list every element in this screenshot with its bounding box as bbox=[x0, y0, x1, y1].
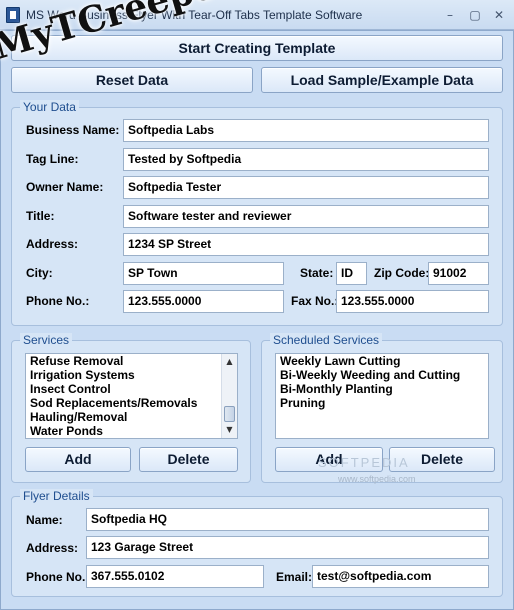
flyer-phone-field[interactable]: 367.555.0102 bbox=[86, 565, 264, 588]
services-scrollbar[interactable]: ▲ ▼ bbox=[221, 354, 237, 438]
business-name-label: Business Name: bbox=[26, 123, 120, 137]
city-field[interactable]: SP Town bbox=[123, 262, 284, 285]
title-field[interactable]: Software tester and reviewer bbox=[123, 205, 489, 228]
scroll-up-arrow-icon[interactable]: ▲ bbox=[222, 354, 237, 370]
list-item[interactable]: Irrigation Systems bbox=[26, 368, 237, 382]
flyer-name-label: Name: bbox=[26, 513, 63, 527]
your-data-group-label: Your Data bbox=[20, 100, 79, 114]
list-item[interactable]: Hauling/Removal bbox=[26, 410, 237, 424]
phone-field[interactable]: 123.555.0000 bbox=[123, 290, 284, 313]
zip-code-field[interactable]: 91002 bbox=[428, 262, 489, 285]
scroll-down-arrow-icon[interactable]: ▼ bbox=[222, 422, 237, 438]
list-item[interactable]: Sod Replacements/Removals bbox=[26, 396, 237, 410]
flyer-phone-label: Phone No.: bbox=[26, 570, 90, 584]
list-item[interactable]: Insect Control bbox=[26, 382, 237, 396]
flyer-details-group-label: Flyer Details bbox=[20, 489, 93, 503]
services-delete-button[interactable]: Delete bbox=[139, 447, 238, 472]
fax-label: Fax No.: bbox=[291, 294, 339, 308]
zip-code-label: Zip Code: bbox=[374, 266, 430, 280]
fax-field[interactable]: 123.555.0000 bbox=[336, 290, 489, 313]
close-button[interactable]: ✕ bbox=[490, 7, 508, 23]
scroll-thumb[interactable] bbox=[224, 406, 235, 422]
list-item[interactable]: Water Ponds bbox=[26, 424, 237, 438]
tag-line-field[interactable]: Tested by Softpedia bbox=[123, 148, 489, 171]
flyer-address-field[interactable]: 123 Garage Street bbox=[86, 536, 489, 559]
list-item[interactable]: Bi-Weekly Weeding and Cutting bbox=[276, 368, 488, 382]
softpedia-url-watermark: www.softpedia.com bbox=[338, 474, 416, 484]
minimize-button[interactable]: – bbox=[441, 7, 459, 23]
address-label: Address: bbox=[26, 237, 79, 251]
flyer-address-label: Address: bbox=[26, 541, 79, 555]
owner-name-label: Owner Name: bbox=[26, 180, 104, 194]
city-label: City: bbox=[26, 266, 53, 280]
phone-label: Phone No.: bbox=[26, 294, 90, 308]
list-item[interactable]: Bi-Monthly Planting bbox=[276, 382, 488, 396]
list-item[interactable]: Weekly Lawn Cutting bbox=[276, 354, 488, 368]
reset-data-button[interactable]: Reset Data bbox=[11, 67, 253, 93]
restore-button[interactable]: ▢ bbox=[466, 7, 484, 23]
flyer-email-label: Email: bbox=[276, 570, 313, 584]
scheduled-services-list[interactable]: Weekly Lawn Cutting Bi-Weekly Weeding an… bbox=[275, 353, 489, 439]
list-item[interactable]: Pruning bbox=[276, 396, 488, 410]
title-label: Title: bbox=[26, 209, 55, 223]
state-field[interactable]: ID bbox=[336, 262, 367, 285]
address-field[interactable]: 1234 SP Street bbox=[123, 233, 489, 256]
state-label: State: bbox=[300, 266, 334, 280]
tag-line-label: Tag Line: bbox=[26, 152, 79, 166]
owner-name-field[interactable]: Softpedia Tester bbox=[123, 176, 489, 199]
flyer-name-field[interactable]: Softpedia HQ bbox=[86, 508, 489, 531]
list-item[interactable]: Refuse Removal bbox=[26, 354, 237, 368]
services-add-button[interactable]: Add bbox=[25, 447, 131, 472]
flyer-email-field[interactable]: test@softpedia.com bbox=[312, 565, 489, 588]
services-group-label: Services bbox=[20, 333, 73, 347]
softpedia-watermark: SOFTPEDIA bbox=[318, 455, 410, 470]
load-sample-data-button[interactable]: Load Sample/Example Data bbox=[261, 67, 503, 93]
services-list[interactable]: Refuse Removal Irrigation Systems Insect… bbox=[25, 353, 238, 439]
business-name-field[interactable]: Softpedia Labs bbox=[123, 119, 489, 142]
scheduled-services-group-label: Scheduled Services bbox=[270, 333, 383, 347]
